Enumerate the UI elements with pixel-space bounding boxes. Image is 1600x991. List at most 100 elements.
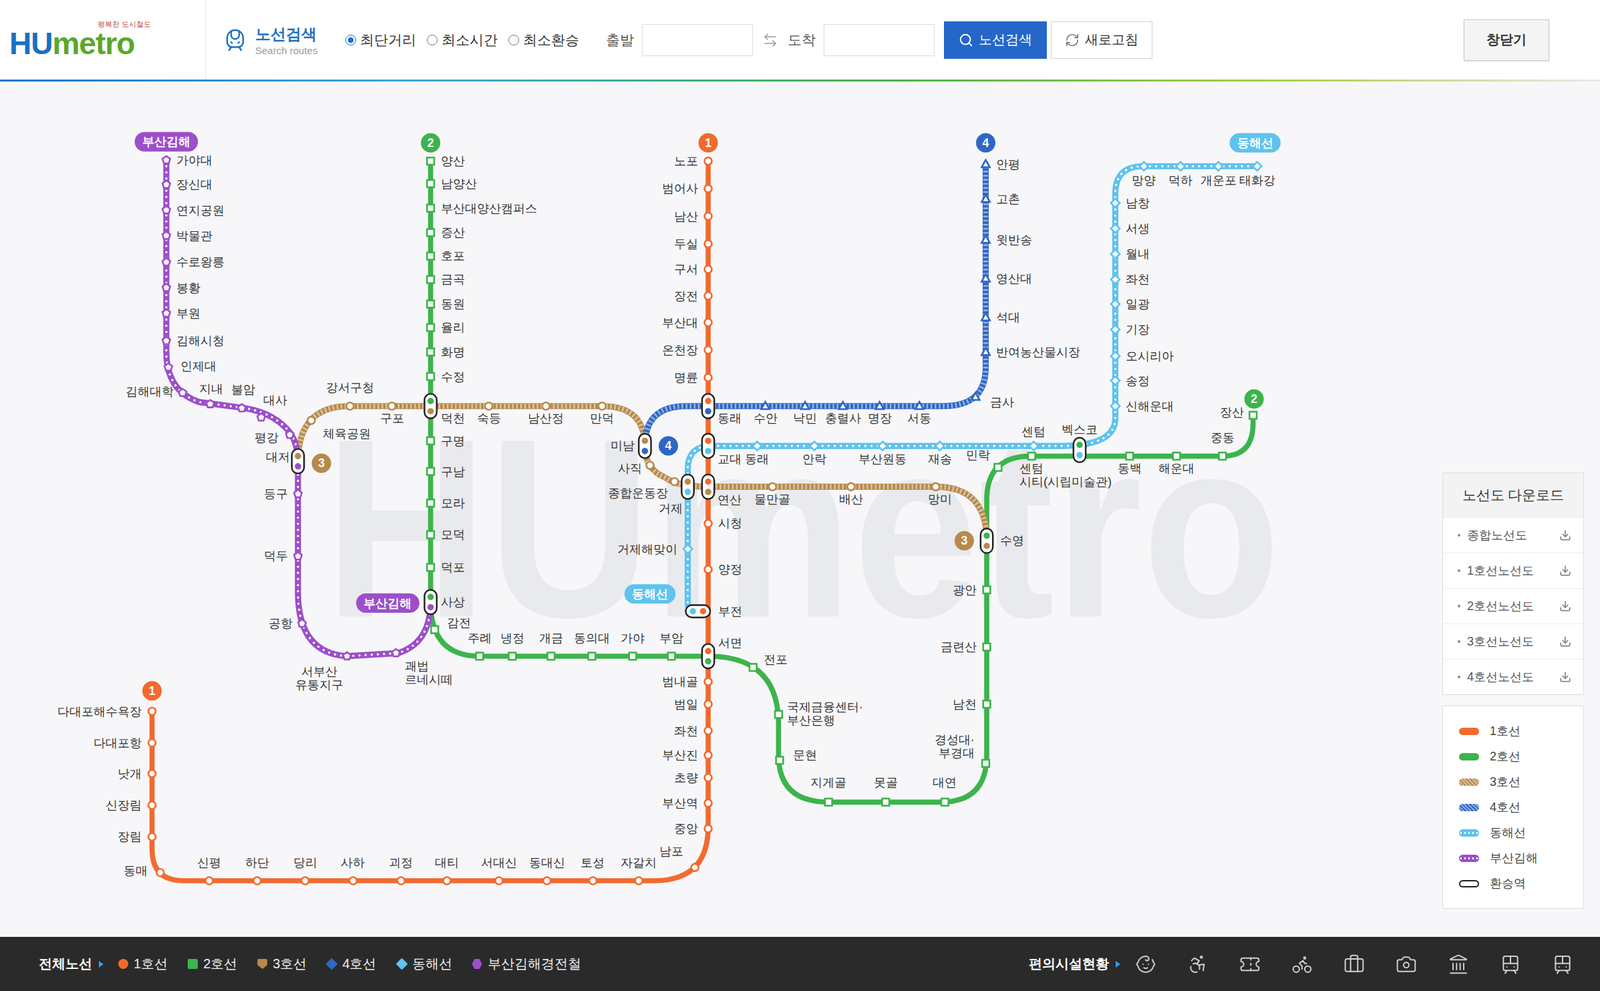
radio-dot[interactable] xyxy=(426,34,438,46)
nursing-room-icon[interactable] xyxy=(1135,953,1157,975)
station-label[interactable]: 석대 xyxy=(996,309,1021,325)
station-label[interactable]: 서생 xyxy=(1125,221,1150,236)
station-marker[interactable] xyxy=(301,876,309,884)
station-label[interactable]: 종합운동장 xyxy=(607,485,669,500)
station-marker[interactable] xyxy=(915,401,924,409)
station-marker[interactable] xyxy=(476,652,484,661)
radio-dot[interactable] xyxy=(345,34,357,46)
station-label[interactable]: 불암 xyxy=(231,382,256,397)
station-label[interactable]: 명륜 xyxy=(674,370,699,385)
station-label[interactable]: 사직 xyxy=(617,460,643,475)
station-label[interactable]: 신해운대 xyxy=(1125,398,1174,413)
station-marker[interactable] xyxy=(293,551,302,560)
station-marker[interactable] xyxy=(981,235,990,243)
station-marker[interactable] xyxy=(237,404,246,412)
station-marker[interactable] xyxy=(388,402,396,410)
station-label[interactable]: 사하 xyxy=(340,855,365,870)
station-marker[interactable] xyxy=(935,441,944,451)
station-marker[interactable] xyxy=(994,463,1002,471)
station-label[interactable]: 반여농산물시장 xyxy=(996,344,1081,359)
station-marker[interactable] xyxy=(179,388,188,397)
station-label[interactable]: 연산 xyxy=(717,492,742,507)
station-label[interactable]: 배산 xyxy=(839,491,864,506)
station-marker[interactable] xyxy=(629,652,637,661)
station-label[interactable]: 동백 xyxy=(1117,460,1142,475)
station-marker[interactable] xyxy=(588,652,596,661)
station-label[interactable]: 동의대 xyxy=(573,630,610,645)
station-label[interactable]: 영산대 xyxy=(996,271,1033,286)
footer-line-item[interactable]: 2호선 xyxy=(187,954,238,973)
station-marker[interactable] xyxy=(704,751,713,759)
close-button[interactable]: 창닫기 xyxy=(1463,19,1550,61)
all-lines-title[interactable]: 전체노선 xyxy=(38,954,93,973)
station-label[interactable]: 구남 xyxy=(440,464,465,479)
station-label[interactable]: 문현 xyxy=(792,747,818,762)
station-label[interactable]: 지내 xyxy=(199,381,224,396)
station-label[interactable]: 대티 xyxy=(434,855,459,870)
download-icon[interactable] xyxy=(1559,599,1572,612)
swap-icon[interactable] xyxy=(762,32,779,49)
station-marker[interactable] xyxy=(426,348,435,356)
station-label[interactable]: 태화강 xyxy=(1239,173,1276,188)
station-marker[interactable] xyxy=(293,489,302,498)
station-label[interactable]: 신평 xyxy=(197,855,222,870)
transfer-station[interactable] xyxy=(1073,437,1086,463)
station-label[interactable]: 낙민 xyxy=(792,410,818,425)
station-marker[interactable] xyxy=(485,402,493,410)
station-marker[interactable] xyxy=(768,483,777,491)
station-label[interactable]: 하단 xyxy=(245,855,270,870)
station-marker[interactable] xyxy=(971,392,980,401)
download-item[interactable]: 종합노선도 xyxy=(1443,517,1584,553)
station-marker[interactable] xyxy=(205,876,214,884)
station-label[interactable]: 대연 xyxy=(932,774,957,789)
station-label[interactable]: 김해대학 xyxy=(125,384,174,399)
station-marker[interactable] xyxy=(704,798,713,807)
camera-icon[interactable] xyxy=(1395,953,1417,975)
station-marker[interactable] xyxy=(668,652,676,661)
download-icon[interactable] xyxy=(1559,635,1572,648)
station-marker[interactable] xyxy=(981,347,990,355)
station-marker[interactable] xyxy=(426,499,435,507)
station-marker[interactable] xyxy=(148,833,156,841)
station-label[interactable]: 양정 xyxy=(718,561,743,576)
station-label[interactable]: 온천장 xyxy=(662,342,699,357)
station-label[interactable]: 평강 xyxy=(254,430,279,445)
station-label[interactable]: 자갈치 xyxy=(620,855,657,870)
station-label[interactable]: 수영 xyxy=(1000,533,1025,548)
station-label[interactable]: 남산정 xyxy=(527,410,564,425)
station-label[interactable]: 만덕 xyxy=(589,410,614,425)
station-marker[interactable] xyxy=(349,876,357,884)
station-marker[interactable] xyxy=(704,519,713,528)
station-label[interactable]: 센텀 xyxy=(1021,424,1046,439)
download-item[interactable]: 1호선노선도 xyxy=(1443,552,1584,588)
station-label[interactable]: 명장 xyxy=(867,410,892,425)
station-marker[interactable] xyxy=(1252,161,1262,171)
station-marker[interactable] xyxy=(941,798,949,806)
station-marker[interactable] xyxy=(206,400,215,408)
station-label[interactable]: 장신대 xyxy=(176,177,213,192)
station-marker[interactable] xyxy=(875,401,884,409)
wheelchair-icon[interactable] xyxy=(1187,953,1209,975)
station-label[interactable]: 서면 xyxy=(718,635,743,650)
station-marker[interactable] xyxy=(162,309,171,317)
station-label[interactable]: 박물관 xyxy=(176,228,213,243)
station-label[interactable]: 장산 xyxy=(1219,404,1244,419)
station-marker[interactable] xyxy=(443,876,451,884)
station-label[interactable]: 부전 xyxy=(718,603,743,618)
station-marker[interactable] xyxy=(162,283,171,291)
station-label[interactable]: 수로왕릉 xyxy=(176,254,225,269)
station-marker[interactable] xyxy=(839,401,848,409)
station-marker[interactable] xyxy=(1110,198,1120,208)
bicycle-icon[interactable] xyxy=(1291,953,1313,975)
station-marker[interactable] xyxy=(162,257,171,266)
station-label[interactable]: 좌천 xyxy=(1125,271,1150,286)
station-marker[interactable] xyxy=(397,876,405,884)
download-icon[interactable] xyxy=(1559,564,1572,577)
station-marker[interactable] xyxy=(162,336,171,345)
station-marker[interactable] xyxy=(162,205,171,214)
search-option-radio[interactable]: 최소시간 xyxy=(426,30,498,50)
station-label[interactable]: 거제해맞이 xyxy=(617,541,678,556)
locker-icon[interactable] xyxy=(1343,953,1365,975)
station-marker[interactable] xyxy=(878,441,888,451)
landmark-icon[interactable] xyxy=(1447,953,1470,975)
